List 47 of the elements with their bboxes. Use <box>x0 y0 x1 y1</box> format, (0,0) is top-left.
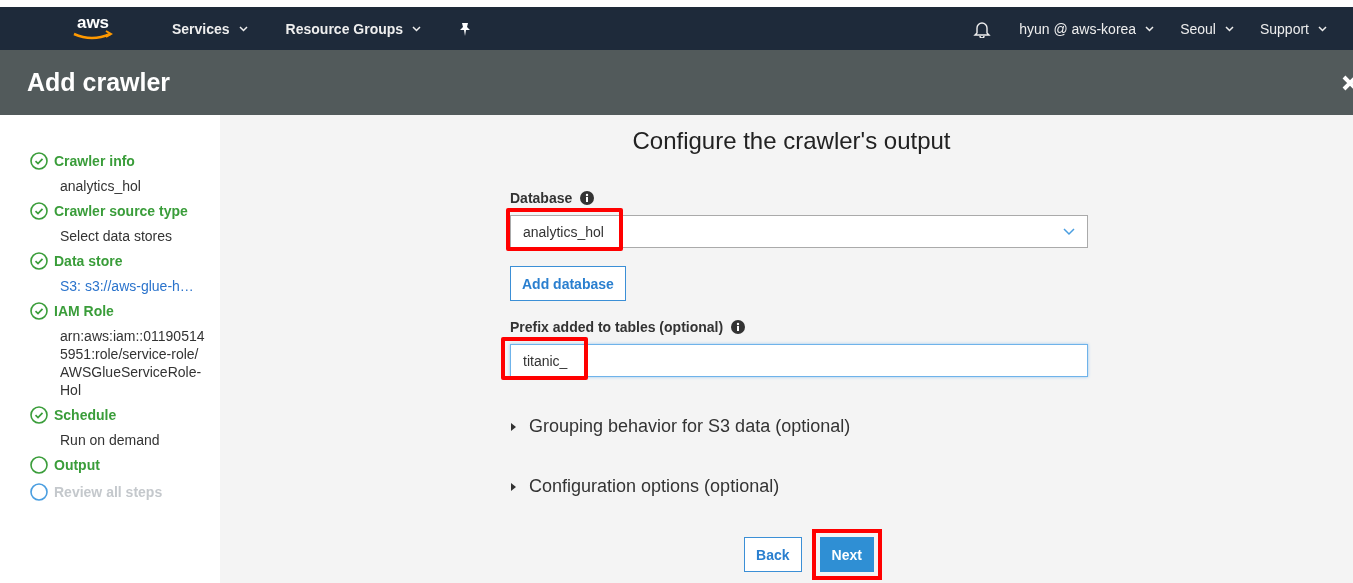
field-label: Prefix added to tables (optional) <box>510 319 724 335</box>
nav-menu[interactable]: Services <box>172 20 248 37</box>
section-toggle[interactable]: Grouping behavior for S3 data (optional) <box>510 416 1088 437</box>
add-database-button[interactable]: Add database <box>510 266 626 301</box>
check-circle-icon <box>30 152 48 170</box>
caret-icon <box>1224 25 1234 32</box>
step-label[interactable]: IAM Role <box>54 303 114 319</box>
info-icon <box>731 320 746 334</box>
check-circle-icon <box>30 406 48 424</box>
database-select[interactable]: analytics_hol <box>510 215 1088 248</box>
account-menu[interactable]: Support <box>1259 20 1327 37</box>
account-menu[interactable]: hyun @ aws-korea <box>1019 20 1155 37</box>
back-button[interactable]: Back <box>744 537 802 572</box>
prefix-input[interactable]: titanic_ <box>510 344 1088 377</box>
step-detail: analytics_hol <box>60 177 142 195</box>
pin-icon[interactable] <box>459 21 472 36</box>
check-circle-icon <box>30 302 48 320</box>
info-icon <box>580 191 595 205</box>
chevron-down-icon <box>1063 227 1075 236</box>
circle-icon <box>30 483 48 501</box>
caret-icon <box>412 25 422 32</box>
form-title: Configure the crawler's output <box>631 126 952 155</box>
step-label[interactable]: Crawler info <box>54 153 135 169</box>
nav-menu[interactable]: Resource Groups <box>285 20 422 37</box>
page-title: Add crawler <box>27 68 171 97</box>
triangle-icon <box>510 481 517 492</box>
bell-icon[interactable] <box>973 19 992 38</box>
section-toggle[interactable]: Configuration options (optional) <box>510 476 1088 497</box>
step-label[interactable]: Crawler source type <box>54 203 188 219</box>
triangle-icon <box>510 421 517 432</box>
check-circle-icon <box>30 252 48 270</box>
circle-icon <box>30 456 48 474</box>
step-label[interactable]: Schedule <box>54 407 117 423</box>
step-detail: arn:aws:iam::011905145951:role/service-role/AWSGlueServiceRole-Hol <box>60 327 205 399</box>
field-label: Database <box>510 190 573 206</box>
check-circle-icon <box>30 202 48 220</box>
caret-icon <box>238 25 248 32</box>
step-label[interactable]: Output <box>54 457 100 473</box>
step-detail: Run on demand <box>60 431 161 449</box>
caret-icon <box>1318 25 1327 32</box>
account-menu[interactable]: Seoul <box>1180 20 1234 37</box>
next-button[interactable]: Next <box>819 537 874 572</box>
step-detail-link[interactable]: S3: s3://aws-glue-h… <box>60 277 205 295</box>
step-label[interactable]: Data store <box>54 253 123 269</box>
aws-logo[interactable]: aws <box>70 13 116 44</box>
caret-icon <box>1145 25 1155 32</box>
step-detail: Select data stores <box>60 227 174 245</box>
